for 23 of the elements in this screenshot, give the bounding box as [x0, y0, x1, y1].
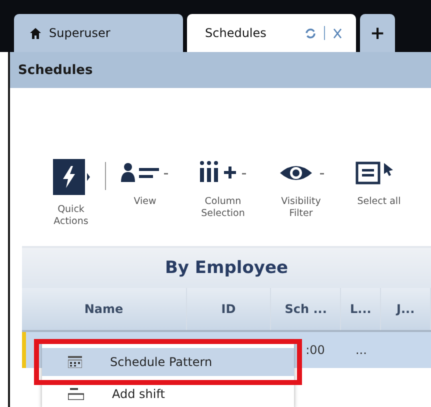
- tab[interactable]: Schedules: [187, 14, 356, 52]
- column-header[interactable]: Name: [22, 288, 187, 330]
- close-icon[interactable]: [333, 28, 342, 38]
- add-shift-icon: [68, 388, 84, 400]
- table-cell: :00: [306, 343, 325, 357]
- column-header[interactable]: J...: [381, 288, 431, 330]
- table-icon: [68, 356, 82, 368]
- menu-item[interactable]: Schedule Pattern: [42, 348, 294, 376]
- new-tab-button[interactable]: +: [360, 14, 395, 52]
- column-header[interactable]: L...: [341, 288, 382, 330]
- toolbar-button[interactable]: Column Selection: [184, 158, 262, 221]
- panel-title: Schedules: [18, 62, 93, 78]
- toolbar-button[interactable]: View: [106, 158, 184, 208]
- column-header[interactable]: ID: [186, 288, 272, 330]
- toolbar-button[interactable]: Visibility Filter: [262, 158, 340, 221]
- tab[interactable]: Superuser: [14, 14, 183, 52]
- refresh-icon[interactable]: [305, 28, 316, 38]
- group-title: By Employee: [164, 258, 288, 278]
- table-cell: ...: [355, 343, 367, 357]
- home-icon: [30, 28, 41, 38]
- toolbar-button[interactable]: Quick Actions: [45, 158, 97, 229]
- toolbar-button[interactable]: Select all: [340, 158, 418, 208]
- column-header[interactable]: Sch ...: [271, 288, 342, 330]
